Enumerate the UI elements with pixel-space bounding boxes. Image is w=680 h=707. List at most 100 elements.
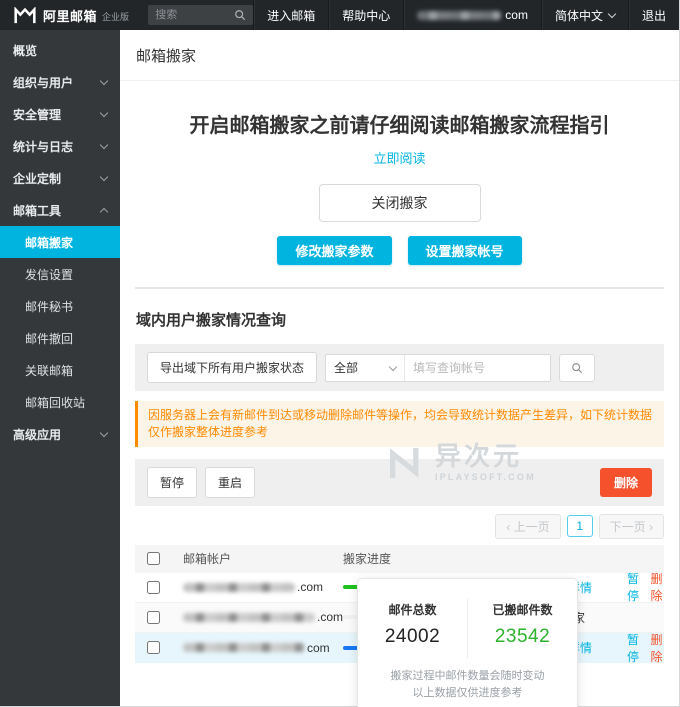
prev-page-button[interactable]: ‹ 上一页 <box>495 513 561 539</box>
close-migration-button[interactable]: 关闭搬家 <box>318 184 481 222</box>
modify-params-button[interactable]: 修改搬家参数 <box>277 236 392 265</box>
export-status-button[interactable]: 导出域下所有用户搬家状态 <box>147 352 318 383</box>
sidebar-item-overview[interactable]: 概览 <box>0 34 120 66</box>
brand-edition-badge: 企业版 <box>102 12 130 22</box>
row-checkbox[interactable] <box>147 641 160 655</box>
help-center-link[interactable]: 帮助中心 <box>328 0 403 30</box>
top-bar: 阿里邮箱 企业版 进入邮箱 帮助中心 com 简体中文 退出 <box>0 0 679 30</box>
account-suffix: com <box>307 640 330 655</box>
sidebar-item-label: 邮件秘书 <box>25 299 74 314</box>
row-checkbox[interactable] <box>147 610 160 624</box>
warning-banner: 因服务器上会有新邮件到达或移动删除邮件等操作，均会导致统计数据产生差异，如下统计… <box>135 401 664 447</box>
topbar-search-box[interactable] <box>148 5 254 25</box>
table-header-row: 邮箱帐户 搬家进度 <box>135 544 664 573</box>
chevron-down-icon <box>607 9 617 18</box>
blurred-account-name <box>183 582 295 592</box>
chevron-down-icon <box>99 140 109 150</box>
column-header-account: 邮箱帐户 <box>183 552 232 567</box>
account-suffix: .com <box>316 610 343 625</box>
row-pause-link[interactable]: 暂停 <box>627 570 641 604</box>
chevron-down-icon <box>99 76 109 86</box>
account-query-input[interactable] <box>404 354 551 381</box>
brand-logo: 阿里邮箱 企业版 <box>0 0 148 30</box>
popover-note-line2: 以上数据仅供进度参考 <box>412 687 523 700</box>
sidebar-item-mail-tools[interactable]: 邮箱工具 <box>0 194 120 226</box>
main-content: 邮箱搬家 开启邮箱搬家之前请仔细阅读邮箱搬家流程指引 立即阅读 关闭搬家 修改搬… <box>120 30 679 707</box>
migration-guide-section: 开启邮箱搬家之前请仔细阅读邮箱搬家流程指引 立即阅读 关闭搬家 修改搬家参数 设… <box>120 81 679 265</box>
query-search-button[interactable] <box>559 353 596 382</box>
query-section-title: 域内用户搬家情况查询 <box>136 312 287 329</box>
sidebar-item-org-users[interactable]: 组织与用户 <box>0 66 120 98</box>
logout-button[interactable]: 退出 <box>627 0 679 30</box>
pause-button[interactable]: 暂停 <box>147 466 198 498</box>
blurred-account-name <box>183 612 315 622</box>
moved-mails-label: 已搬邮件数 <box>492 603 553 617</box>
current-page-button[interactable]: 1 <box>566 515 593 538</box>
filter-select[interactable]: 全部 <box>326 355 404 381</box>
filter-selected-value: 全部 <box>334 361 359 375</box>
sidebar-item-security[interactable]: 安全管理 <box>0 98 120 130</box>
moved-mails-value: 23542 <box>494 626 551 647</box>
sidebar-item-label: 安全管理 <box>13 107 62 122</box>
sidebar-nav: 概览 组织与用户 安全管理 统计与日志 企业定制 邮箱工具 邮箱搬家 发信设置 <box>0 30 120 706</box>
language-label: 简体中文 <box>554 8 603 23</box>
sidebar-item-enterprise-custom[interactable]: 企业定制 <box>0 162 120 194</box>
search-combo: 全部 <box>325 353 552 382</box>
query-toolbar: 导出域下所有用户搬家状态 全部 <box>135 344 664 391</box>
guide-heading: 开启邮箱搬家之前请仔细阅读邮箱搬家流程指引 <box>189 115 610 137</box>
sidebar-item-label: 邮箱搬家 <box>25 235 74 250</box>
next-page-button[interactable]: 下一页 › <box>598 513 664 539</box>
sidebar-item-send-settings[interactable]: 发信设置 <box>0 258 120 290</box>
blurred-account-name <box>183 643 305 653</box>
select-all-checkbox[interactable] <box>147 552 160 566</box>
sidebar-item-label: 统计与日志 <box>13 139 74 154</box>
total-mails-value: 24002 <box>384 626 441 647</box>
batch-action-toolbar: 暂停 重启 删除 <box>135 458 664 506</box>
enter-mailbox-link[interactable]: 进入邮箱 <box>253 0 328 30</box>
page-title: 邮箱搬家 <box>120 30 679 81</box>
section-divider <box>135 287 664 289</box>
chevron-down-icon <box>99 172 109 182</box>
brand-name: 阿里邮箱 <box>43 8 98 24</box>
sidebar-item-label: 概览 <box>13 43 38 58</box>
pagination: ‹ 上一页 1 下一页 › <box>135 513 664 539</box>
chevron-up-icon <box>99 207 109 216</box>
sidebar-item-label: 组织与用户 <box>13 75 74 90</box>
row-delete-link[interactable]: 删除 <box>651 631 665 665</box>
search-icon <box>235 10 246 21</box>
sidebar-item-mail-secretary[interactable]: 邮件秘书 <box>0 290 120 322</box>
account-suffix: com <box>505 8 528 22</box>
sidebar-item-label: 发信设置 <box>25 267 74 282</box>
total-mails-label: 邮件总数 <box>388 603 437 617</box>
alimail-logo-icon <box>14 6 36 23</box>
sidebar-item-mail-migration[interactable]: 邮箱搬家 <box>0 226 120 258</box>
row-pause-link[interactable]: 暂停 <box>627 631 641 665</box>
sidebar-item-label: 邮箱工具 <box>13 203 62 218</box>
chevron-down-icon <box>99 428 109 438</box>
account-menu[interactable]: com <box>403 0 541 30</box>
read-now-link[interactable]: 立即阅读 <box>373 148 425 167</box>
delete-button[interactable]: 删除 <box>599 467 652 497</box>
chevron-down-icon <box>388 362 398 371</box>
search-icon <box>572 362 583 373</box>
sidebar-item-label: 邮箱回收站 <box>25 395 86 410</box>
sidebar-item-linked-mailbox[interactable]: 关联邮箱 <box>0 354 120 386</box>
sidebar-item-stats-logs[interactable]: 统计与日志 <box>0 130 120 162</box>
sidebar-item-label: 高级应用 <box>13 427 62 442</box>
sidebar-item-advanced-apps[interactable]: 高级应用 <box>0 418 120 450</box>
sidebar-item-label: 关联邮箱 <box>25 363 74 378</box>
app-window: 阿里邮箱 企业版 进入邮箱 帮助中心 com 简体中文 退出 概览 组织与用户 <box>0 0 680 707</box>
language-selector[interactable]: 简体中文 <box>540 0 628 30</box>
sidebar-item-label: 邮件撤回 <box>25 331 74 346</box>
topbar-search-input[interactable] <box>155 9 235 21</box>
sidebar-item-mailbox-recycle-bin[interactable]: 邮箱回收站 <box>0 386 120 418</box>
restart-button[interactable]: 重启 <box>205 466 256 498</box>
account-suffix: .com <box>297 580 324 595</box>
sidebar-item-mail-recall[interactable]: 邮件撤回 <box>0 322 120 354</box>
row-delete-link[interactable]: 删除 <box>651 570 665 604</box>
column-header-progress: 搬家进度 <box>343 552 392 567</box>
setup-account-button[interactable]: 设置搬家帐号 <box>407 236 522 265</box>
chevron-down-icon <box>99 108 109 118</box>
account-blurred-name <box>417 10 502 20</box>
row-checkbox[interactable] <box>147 580 160 594</box>
